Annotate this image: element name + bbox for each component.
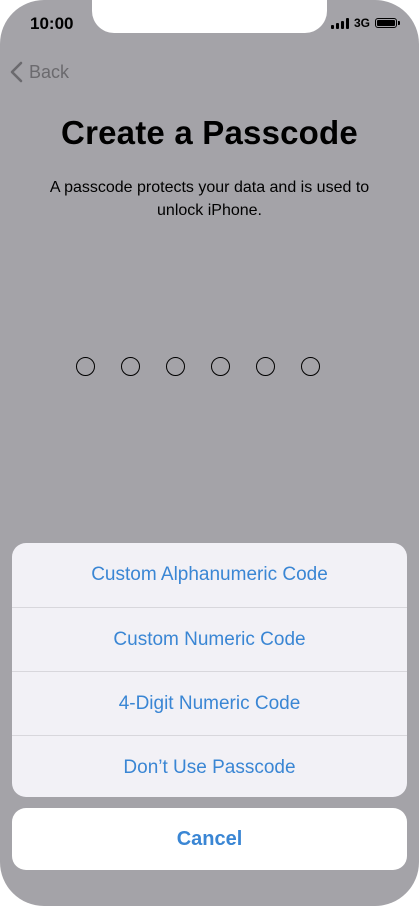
custom-alphanumeric-code-option[interactable]: Custom Alphanumeric Code — [12, 543, 407, 607]
phone-frame: 10:00 3G Back Create a Passcode A passco… — [0, 0, 419, 906]
cancel-button[interactable]: Cancel — [12, 808, 407, 870]
passcode-dot — [301, 357, 320, 376]
page-subtitle: A passcode protects your data and is use… — [49, 179, 370, 219]
passcode-dots — [76, 357, 320, 376]
passcode-dot — [256, 357, 275, 376]
status-time: 10:00 — [30, 14, 74, 33]
dont-use-passcode-option[interactable]: Don’t Use Passcode — [12, 735, 407, 797]
page-title: Create a Passcode — [61, 114, 358, 151]
passcode-dot — [76, 357, 95, 376]
screen: 10:00 3G Back Create a Passcode A passco… — [0, 0, 419, 906]
network-label: 3G — [353, 16, 370, 30]
four-digit-numeric-code-option[interactable]: 4-Digit Numeric Code — [12, 671, 407, 735]
back-button[interactable]: Back — [10, 61, 69, 83]
back-label: Back — [29, 61, 70, 82]
chevron-left-icon — [10, 61, 23, 83]
status-indicators: 3G — [330, 16, 400, 30]
passcode-options-sheet: Custom Alphanumeric Code Custom Numeric … — [12, 543, 407, 797]
signal-icon — [330, 17, 349, 29]
passcode-dot — [121, 357, 140, 376]
passcode-dot — [211, 357, 230, 376]
notch — [92, 0, 327, 33]
passcode-dot — [166, 357, 185, 376]
custom-numeric-code-option[interactable]: Custom Numeric Code — [12, 607, 407, 671]
battery-icon — [375, 18, 400, 28]
